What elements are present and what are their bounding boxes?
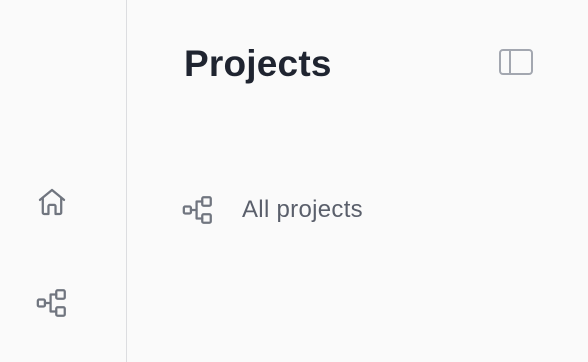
sidebar-toggle-icon (498, 46, 534, 83)
nav-item-all-projects[interactable]: All projects (172, 186, 552, 234)
projects-panel: Projects All projects (128, 0, 588, 362)
project-tree-icon (35, 286, 69, 320)
project-tree-icon (178, 186, 218, 234)
icon-rail (0, 0, 127, 362)
app-window: Projects All projects (0, 0, 588, 362)
page-title: Projects (184, 43, 332, 84)
rail-projects-button[interactable] (28, 279, 76, 327)
rail-home-button[interactable] (28, 178, 76, 226)
home-icon (35, 185, 69, 219)
sidebar-toggle-button[interactable] (494, 44, 538, 84)
nav-item-label: All projects (242, 196, 363, 223)
